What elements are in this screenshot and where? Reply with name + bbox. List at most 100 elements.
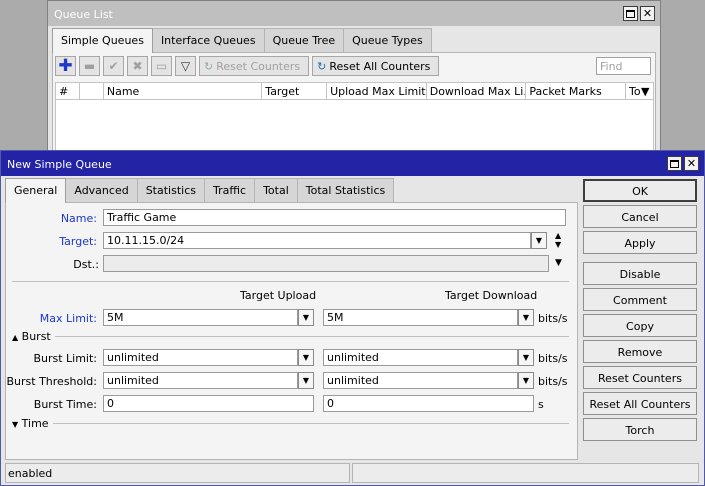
- cancel-button[interactable]: Cancel: [583, 205, 697, 228]
- tab-general[interactable]: General: [5, 178, 67, 203]
- burst-time-upload-input[interactable]: 0: [103, 395, 314, 412]
- status-bar: enabled: [5, 463, 699, 483]
- reset-all-icon: ↻: [317, 60, 327, 73]
- plus-icon: ✚: [58, 56, 73, 76]
- reset-all-counters-button[interactable]: ↻ Reset All Counters: [312, 56, 440, 76]
- tab-queue-tree[interactable]: Queue Tree: [263, 28, 345, 52]
- burst-threshold-download-dropdown[interactable]: ▼: [518, 372, 534, 389]
- tab-traffic[interactable]: Traffic: [204, 178, 256, 202]
- burst-time-download-input[interactable]: 0: [323, 395, 534, 412]
- disable-button[interactable]: Disable: [583, 262, 697, 285]
- apply-button[interactable]: Apply: [583, 231, 697, 254]
- general-panel: Name: Traffic Game Target: 10.11.15.0/24…: [5, 202, 578, 460]
- burst-limit-download-input[interactable]: unlimited: [323, 349, 518, 366]
- ok-button[interactable]: OK: [583, 179, 697, 202]
- column-packet-marks[interactable]: Packet Marks: [526, 83, 627, 99]
- max-limit-download-input[interactable]: 5M: [323, 309, 518, 326]
- name-input[interactable]: Traffic Game: [103, 209, 566, 226]
- burst-limit-unit: bits/s: [538, 352, 568, 365]
- comment-button[interactable]: ▭: [151, 56, 172, 76]
- reset-counters-button[interactable]: Reset Counters: [583, 366, 697, 389]
- column-name[interactable]: Name: [104, 83, 263, 99]
- tab-advanced[interactable]: Advanced: [65, 178, 138, 202]
- max-limit-upload-dropdown[interactable]: ▼: [298, 309, 314, 326]
- burst-section-label: Burst: [21, 330, 51, 343]
- burst-time-label: Burst Time:: [33, 398, 97, 411]
- burst-threshold-upload-input[interactable]: unlimited: [103, 372, 298, 389]
- max-limit-download-dropdown[interactable]: ▼: [518, 309, 534, 326]
- check-icon: ✔: [108, 59, 119, 73]
- burst-limit-download-dropdown[interactable]: ▼: [518, 349, 534, 366]
- dropdown-icon: ▼: [522, 313, 530, 322]
- column-number[interactable]: #: [56, 83, 80, 99]
- remove-button[interactable]: ▬: [79, 56, 100, 76]
- tab-interface-queues[interactable]: Interface Queues: [151, 28, 265, 52]
- comment-icon: ▭: [155, 59, 168, 73]
- burst-threshold-download-input[interactable]: unlimited: [323, 372, 518, 389]
- dst-dropdown-icon[interactable]: ▼: [555, 258, 562, 268]
- reset-counters-button[interactable]: ↻ Reset Counters: [199, 56, 310, 76]
- queue-list-titlebar[interactable]: Queue List ✕: [48, 1, 660, 26]
- tab-total-statistics[interactable]: Total Statistics: [296, 178, 395, 202]
- dropdown-icon: ▼: [535, 236, 543, 245]
- maximize-icon: [670, 159, 679, 168]
- queue-list-window: Queue List ✕ Simple Queues Interface Que…: [47, 0, 661, 160]
- target-updown-icon[interactable]: ▲ ▼: [555, 231, 561, 249]
- burst-limit-upload-input[interactable]: unlimited: [103, 349, 298, 366]
- burst-section-toggle[interactable]: ▲ Burst: [12, 330, 55, 343]
- burst-threshold-upload-dropdown[interactable]: ▼: [298, 372, 314, 389]
- comment-button[interactable]: Comment: [583, 288, 697, 311]
- target-label: Target:: [59, 235, 97, 248]
- burst-limit-label: Burst Limit:: [33, 352, 97, 365]
- column-chooser-icon[interactable]: ▼: [641, 83, 653, 99]
- filter-button[interactable]: ▽: [175, 56, 196, 76]
- target-input[interactable]: 10.11.15.0/24: [103, 232, 531, 249]
- column-download-max-limit[interactable]: Download Max Li...: [427, 83, 527, 99]
- find-input[interactable]: Find: [596, 57, 651, 75]
- tab-queue-types[interactable]: Queue Types: [343, 28, 432, 52]
- name-label: Name:: [60, 212, 97, 225]
- queue-list-panel: ✚ ▬ ✔ ✖ ▭ ▽ ↻ Reset Counters ↻ Reset All C…: [52, 52, 656, 158]
- max-limit-label: Max Limit:: [39, 312, 97, 325]
- burst-limit-upload-dropdown[interactable]: ▼: [298, 349, 314, 366]
- copy-button[interactable]: Copy: [583, 314, 697, 337]
- tab-simple-queues[interactable]: Simple Queues: [52, 28, 153, 53]
- tab-total[interactable]: Total: [254, 178, 298, 202]
- close-button[interactable]: ✕: [640, 6, 655, 21]
- close-button[interactable]: ✕: [684, 156, 699, 171]
- time-section-toggle[interactable]: ▼ Time: [12, 417, 53, 430]
- queue-table-body[interactable]: [55, 100, 654, 156]
- column-upload-max-limit[interactable]: Upload Max Limit: [327, 83, 427, 99]
- remove-button[interactable]: Remove: [583, 340, 697, 363]
- torch-button[interactable]: Torch: [583, 418, 697, 441]
- filter-icon: ▽: [180, 59, 191, 73]
- add-button[interactable]: ✚: [55, 56, 76, 76]
- disable-button[interactable]: ✖: [127, 56, 148, 76]
- dropdown-icon: ▼: [302, 313, 310, 322]
- dst-input[interactable]: [103, 255, 549, 272]
- target-upload-header: Target Upload: [240, 289, 317, 302]
- queue-table-header: # Name Target Upload Max Limit Download …: [55, 82, 654, 100]
- reset-all-counters-button[interactable]: Reset All Counters: [583, 392, 697, 415]
- reset-all-counters-label: Reset All Counters: [329, 60, 431, 73]
- max-limit-upload-input[interactable]: 5M: [103, 309, 298, 326]
- maximize-button[interactable]: [667, 156, 682, 171]
- status-text: enabled: [5, 463, 350, 483]
- column-target[interactable]: Target: [262, 83, 328, 99]
- time-section-label: Time: [21, 417, 49, 430]
- queue-list-title: Queue List: [54, 8, 113, 21]
- dropdown-icon: ▼: [302, 353, 310, 362]
- target-download-header: Target Download: [445, 289, 538, 302]
- maximize-button[interactable]: [623, 6, 638, 21]
- target-dropdown-button[interactable]: ▼: [531, 232, 547, 249]
- queue-list-toolbar: ✚ ▬ ✔ ✖ ▭ ▽ ↻ Reset Counters ↻ Reset All C…: [55, 56, 440, 76]
- new-queue-titlebar[interactable]: New Simple Queue ✕: [1, 151, 704, 176]
- column-flags[interactable]: [80, 83, 104, 99]
- max-limit-unit: bits/s: [538, 312, 568, 325]
- column-total[interactable]: To: [626, 83, 641, 99]
- enable-button[interactable]: ✔: [103, 56, 124, 76]
- maximize-icon: [626, 9, 635, 18]
- new-queue-title: New Simple Queue: [7, 158, 112, 171]
- tab-statistics[interactable]: Statistics: [136, 178, 205, 202]
- dropdown-icon: ▼: [522, 376, 530, 385]
